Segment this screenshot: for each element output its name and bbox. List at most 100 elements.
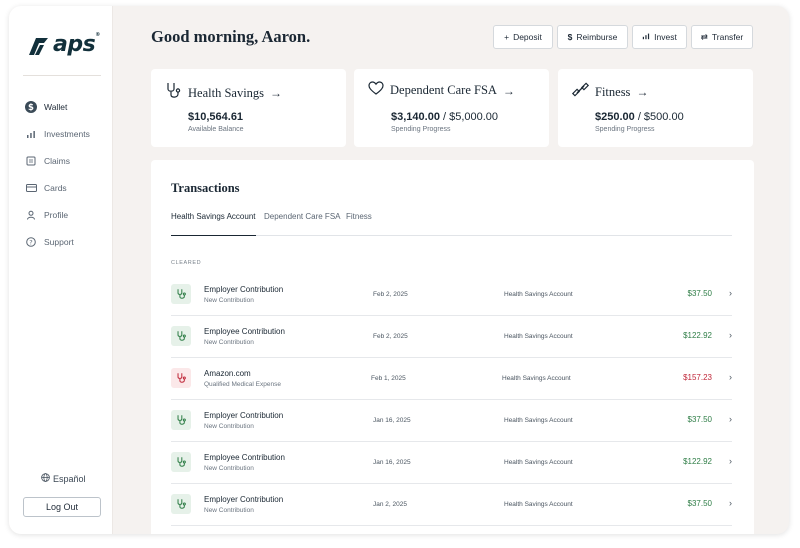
transaction-type: New Contribution xyxy=(204,339,254,346)
stethoscope-icon xyxy=(165,81,182,105)
transfer-icon: ⇄ xyxy=(700,31,708,42)
transaction-date: Feb 2, 2025 xyxy=(373,333,408,340)
svg-text:$: $ xyxy=(28,103,34,113)
sidebar-divider xyxy=(23,75,101,76)
transaction-row[interactable]: Employer Contribution New Contribution J… xyxy=(171,484,732,526)
transaction-date: Feb 2, 2025 xyxy=(373,291,408,298)
transaction-name: Employee Contribution xyxy=(204,327,285,336)
transaction-date: Jan 2, 2025 xyxy=(373,501,407,508)
header-actions: + Deposit $ Reimburse Invest ⇄ Transfer xyxy=(493,25,753,49)
transaction-account: Health Savings Account xyxy=(504,459,573,466)
document-icon xyxy=(25,155,37,167)
card-caption: Available Balance xyxy=(188,126,244,133)
invest-label: Invest xyxy=(654,32,677,42)
sidebar-item-cards[interactable]: Cards xyxy=(25,174,111,201)
chevron-right-icon: › xyxy=(729,288,732,298)
transaction-amount: $37.50 xyxy=(687,499,712,508)
card-caption: Spending Progress xyxy=(391,126,451,133)
logout-button[interactable]: Log Out xyxy=(23,497,101,517)
transaction-row[interactable]: Employee Contribution New Contribution F… xyxy=(171,316,732,358)
tab-dependent-care-fsa[interactable]: Dependent Care FSA xyxy=(264,212,341,236)
transaction-amount: $37.50 xyxy=(687,415,712,424)
card-spending: $250.00 / $500.00 xyxy=(595,111,684,123)
sidebar-item-label: Cards xyxy=(44,182,67,193)
help-icon: ? xyxy=(25,236,37,248)
transaction-type: New Contribution xyxy=(204,507,254,514)
stethoscope-icon xyxy=(171,368,191,388)
transaction-amount: $122.92 xyxy=(683,331,712,340)
transaction-tabs: Health Savings Account Dependent Care FS… xyxy=(171,212,732,236)
sidebar-item-investments[interactable]: Investments xyxy=(25,120,111,147)
sidebar-item-wallet[interactable]: $ Wallet xyxy=(25,93,111,120)
user-icon xyxy=(25,209,37,221)
transaction-row[interactable]: Employee Contribution New Contribution J… xyxy=(171,442,732,484)
transaction-name: Employee Contribution xyxy=(204,453,285,462)
sidebar-item-support[interactable]: ? Support xyxy=(25,228,111,255)
dumbbell-icon xyxy=(571,81,590,103)
aps-logo-icon xyxy=(29,37,48,55)
transaction-name: Employer Contribution xyxy=(204,411,284,420)
globe-icon xyxy=(41,473,50,484)
bar-chart-small-icon xyxy=(642,32,650,42)
language-toggle[interactable]: Español xyxy=(41,473,86,484)
chevron-right-icon: › xyxy=(729,372,732,382)
heart-icon xyxy=(368,81,384,100)
sidebar-item-claims[interactable]: Claims xyxy=(25,147,111,174)
stethoscope-icon xyxy=(171,494,191,514)
card-title: Fitness xyxy=(595,84,631,99)
transaction-account: Health Savings Account xyxy=(504,333,573,340)
deposit-button[interactable]: + Deposit xyxy=(493,25,553,49)
transaction-amount: $37.50 xyxy=(687,289,712,298)
tab-fitness[interactable]: Fitness xyxy=(346,212,372,236)
transaction-account: Health Savings Account xyxy=(504,501,573,508)
stethoscope-icon xyxy=(171,284,191,304)
chevron-right-icon: › xyxy=(729,456,732,466)
card-caption: Spending Progress xyxy=(595,126,655,133)
deposit-label: Deposit xyxy=(513,32,542,42)
dollar-icon: $ xyxy=(25,100,37,113)
sidebar-item-label: Claims xyxy=(44,155,70,166)
transfer-button[interactable]: ⇄ Transfer xyxy=(691,25,753,49)
sidebar-nav: $ Wallet Investments Claims Cards Profil… xyxy=(25,93,111,255)
chevron-right-icon: › xyxy=(729,330,732,340)
transaction-row[interactable]: Amazon.com Qualified Medical Expense Feb… xyxy=(171,358,732,400)
card-title: Health Savings xyxy=(188,85,265,100)
transaction-type: New Contribution xyxy=(204,465,254,472)
language-label: Español xyxy=(53,473,86,484)
transaction-row[interactable]: Employer Contribution New Contribution J… xyxy=(171,400,732,442)
fitness-link[interactable]: Fitness → xyxy=(571,81,648,103)
card-balance: $10,564.61 xyxy=(188,111,244,123)
transactions-panel: Transactions Health Savings Account Depe… xyxy=(151,160,754,534)
brand-logo[interactable]: aps® xyxy=(27,32,100,57)
app-window: aps® $ Wallet Investments Claims Cards P… xyxy=(9,6,789,534)
transaction-row[interactable]: Employer Contribution New Contribution F… xyxy=(171,274,732,316)
transaction-name: Amazon.com xyxy=(204,369,251,378)
dependent-care-fsa-link[interactable]: Dependent Care FSA → xyxy=(368,81,515,100)
sidebar: aps® $ Wallet Investments Claims Cards P… xyxy=(9,6,113,534)
stethoscope-icon xyxy=(171,452,191,472)
sidebar-item-profile[interactable]: Profile xyxy=(25,201,111,228)
transfer-label: Transfer xyxy=(711,32,744,42)
bar-chart-icon xyxy=(25,128,37,140)
transaction-amount: $157.23 xyxy=(683,373,712,382)
health-savings-card[interactable]: Health Savings → $10,564.61 Available Ba… xyxy=(151,69,346,147)
reimburse-label: Reimburse xyxy=(576,32,618,42)
transaction-type: New Contribution xyxy=(204,423,254,430)
transaction-account: Health Savings Account xyxy=(502,375,571,382)
card-icon xyxy=(25,182,37,194)
dollar-sign-icon: $ xyxy=(567,32,573,42)
health-savings-link[interactable]: Health Savings → xyxy=(165,81,282,105)
reimburse-button[interactable]: $ Reimburse xyxy=(557,25,628,49)
svg-text:?: ? xyxy=(29,238,32,246)
fitness-card[interactable]: Fitness → $250.00 / $500.00 Spending Pro… xyxy=(558,69,753,147)
invest-button[interactable]: Invest xyxy=(632,25,687,49)
tab-health-savings-account[interactable]: Health Savings Account xyxy=(171,212,256,236)
dependent-care-fsa-card[interactable]: Dependent Care FSA → $3,140.00 / $5,000.… xyxy=(354,69,549,147)
arrow-right-icon: → xyxy=(270,86,283,100)
arrow-right-icon: → xyxy=(502,83,515,98)
chevron-right-icon: › xyxy=(729,498,732,508)
sidebar-item-label: Support xyxy=(44,236,74,247)
sidebar-item-label: Investments xyxy=(44,128,90,139)
stethoscope-icon xyxy=(171,410,191,430)
plus-icon: + xyxy=(504,32,510,42)
